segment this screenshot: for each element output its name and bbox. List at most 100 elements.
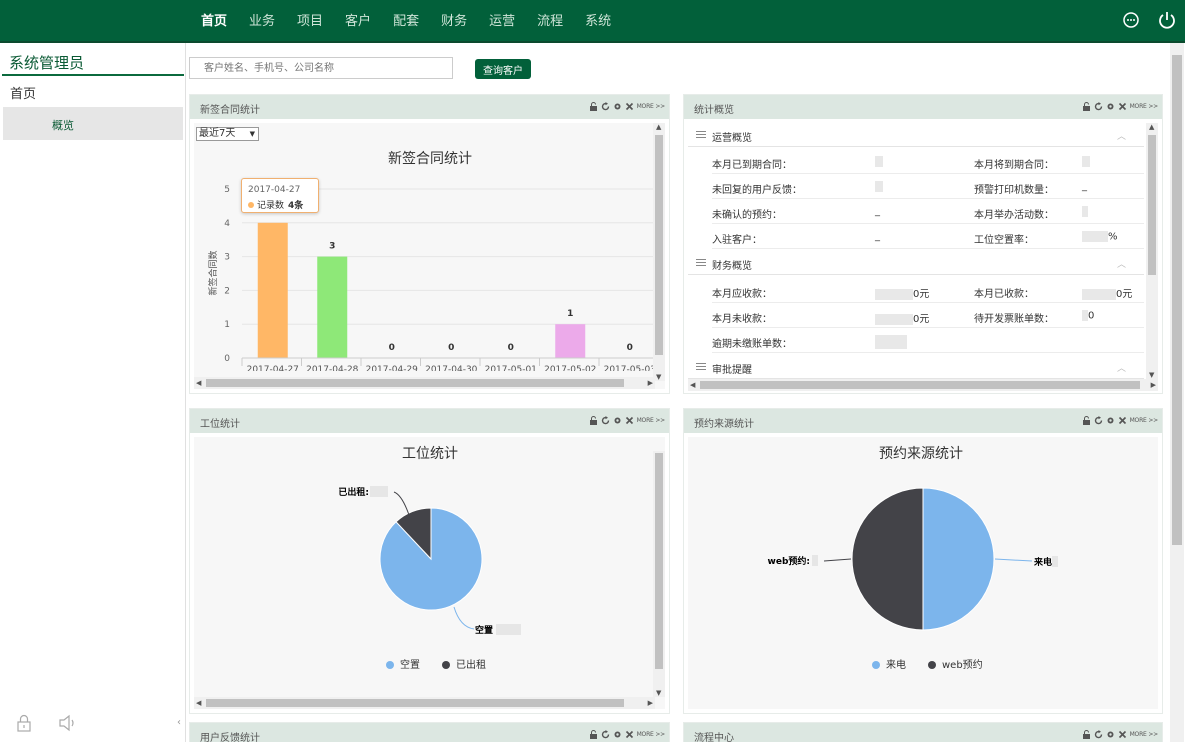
search-customer-button[interactable]: 查询客户 (475, 59, 531, 79)
stat-value (875, 181, 883, 193)
more-link[interactable]: MORE >> (1130, 731, 1159, 738)
unlock-icon[interactable] (1082, 416, 1091, 425)
panel-station-stats: 工位统计 MORE >> 工位统计 空置 已出租: 空置 已出租 ▼ ◀ ▶ (189, 408, 670, 714)
data-label: 3 (329, 242, 335, 252)
stat-value: 0元 (875, 310, 929, 325)
lock-icon[interactable] (16, 714, 32, 732)
sidebar-collapse-icon[interactable]: ‹ (177, 717, 181, 728)
top-navbar: 首页 业务 项目 客户 配套 财务 运营 流程 系统 (0, 0, 1185, 43)
stat-value: % (1082, 231, 1118, 243)
panel-header: 预约来源统计 MORE >> (684, 409, 1162, 433)
pie-slice (851, 487, 924, 631)
pie-slice (922, 487, 995, 631)
stat-label: 未确认的预约： (712, 210, 782, 221)
nav-item-project[interactable]: 项目 (286, 0, 334, 43)
unlock-icon[interactable] (589, 730, 598, 739)
stat-label: 工位空置率： (974, 235, 1034, 246)
nav-item-business[interactable]: 业务 (238, 0, 286, 43)
chevron-up-icon[interactable]: ︿ (1117, 129, 1126, 142)
gear-icon[interactable] (1106, 416, 1115, 425)
nav-item-customer[interactable]: 客户 (334, 0, 382, 43)
stat-label: 本月应收款： (712, 289, 772, 300)
more-link[interactable]: MORE >> (1130, 103, 1159, 110)
refresh-icon[interactable] (1094, 416, 1103, 425)
panel-source-stats: 预约来源统计 MORE >> 预约来源统计 来电 web预约: 来电 web预约 (683, 408, 1163, 714)
unlock-icon[interactable] (1082, 730, 1091, 739)
refresh-icon[interactable] (1094, 102, 1103, 111)
close-icon[interactable] (625, 102, 634, 111)
refresh-icon[interactable] (601, 102, 610, 111)
x-tick-label: 2017-04-29 (366, 365, 419, 371)
masked-value (370, 486, 388, 497)
close-icon[interactable] (1118, 730, 1127, 739)
nav-item-facility[interactable]: 配套 (382, 0, 430, 43)
stats-hscroll[interactable]: ◀ ▶ (688, 379, 1158, 391)
close-icon[interactable] (625, 730, 634, 739)
unlock-icon[interactable] (589, 102, 598, 111)
legend-item-vacant[interactable]: 空置 (386, 656, 420, 671)
section-operation[interactable]: 运营概览 ︿ (688, 123, 1144, 147)
panel-header: 用户反馈统计 MORE >> (190, 723, 669, 742)
legend-item-rented[interactable]: 已出租 (442, 656, 486, 671)
nav-item-operation[interactable]: 运营 (478, 0, 526, 43)
chart-hscroll[interactable]: ◀ ▶ (194, 377, 655, 389)
page-vscroll[interactable] (1170, 43, 1184, 742)
x-tick-label: 2017-05-03 (604, 365, 655, 371)
gear-icon[interactable] (613, 730, 622, 739)
close-icon[interactable] (1118, 102, 1127, 111)
chevron-up-icon[interactable]: ︿ (1117, 257, 1126, 270)
source-pie-chart: 来电 web预约: (768, 487, 1058, 631)
pie-label: 已出租: (338, 486, 369, 498)
bar (257, 222, 288, 358)
close-icon[interactable] (1118, 416, 1127, 425)
data-label: 0 (627, 343, 633, 353)
section-approval[interactable]: 审批提醒 ︿ (688, 355, 1144, 379)
nav-item-system[interactable]: 系统 (574, 0, 622, 43)
more-link[interactable]: MORE >> (637, 103, 666, 110)
nav-item-home[interactable]: 首页 (190, 0, 238, 43)
panel-title: 新签合同统计 (200, 105, 260, 116)
unlock-icon[interactable] (589, 416, 598, 425)
more-link[interactable]: MORE >> (1130, 417, 1159, 424)
section-finance[interactable]: 财务概览 ︿ (688, 251, 1144, 275)
pie-connector (453, 606, 475, 630)
panel-title: 流程中心 (694, 733, 734, 742)
nav-item-finance[interactable]: 财务 (430, 0, 478, 43)
refresh-icon[interactable] (601, 730, 610, 739)
chart-hscroll[interactable]: ◀ ▶ (194, 697, 655, 709)
power-icon[interactable] (1157, 10, 1177, 30)
gear-icon[interactable] (613, 102, 622, 111)
gear-icon[interactable] (1106, 730, 1115, 739)
nav-item-workflow[interactable]: 流程 (526, 0, 574, 43)
stat-label: 本月举办活动数： (974, 210, 1054, 221)
sidebar: 系统管理员 首页 概览 ‹ (0, 43, 186, 742)
stats-list: 运营概览 ︿ 本月已到期合同： 本月将到期合同： 未回复的用户反馈： 预警打印机… (688, 123, 1158, 379)
legend-item-web[interactable]: web预约 (928, 656, 983, 671)
more-link[interactable]: MORE >> (637, 731, 666, 738)
chevron-up-icon[interactable]: ︿ (1117, 361, 1126, 374)
sidebar-user-title: 系统管理员 (9, 54, 85, 72)
more-link[interactable]: MORE >> (637, 417, 666, 424)
panel-header: 工位统计 MORE >> (190, 409, 669, 433)
panel-header: 新签合同统计 MORE >> (190, 95, 669, 119)
more-options-icon[interactable] (1121, 10, 1141, 30)
close-icon[interactable] (625, 416, 634, 425)
pie-connector (994, 558, 1033, 562)
chart-vscroll[interactable]: ▼ (653, 451, 665, 697)
sidebar-item-overview[interactable]: 概览 (3, 107, 183, 140)
legend-item-phone[interactable]: 来电 (872, 656, 906, 671)
stats-vscroll[interactable]: ▲ ▼ (1146, 123, 1158, 379)
chart-vscroll[interactable]: ▲ ▼ (653, 123, 665, 381)
gear-icon[interactable] (1106, 102, 1115, 111)
masked-value (812, 555, 818, 566)
y-tick-label: 2 (224, 286, 230, 296)
stat-row: 入驻客户： _ 工位空置率： % (712, 224, 1144, 249)
refresh-icon[interactable] (1094, 730, 1103, 739)
sidebar-item-home[interactable]: 首页 (10, 83, 36, 102)
customer-search-input[interactable] (189, 57, 453, 79)
speaker-icon[interactable] (58, 714, 78, 732)
refresh-icon[interactable] (601, 416, 610, 425)
panel-title: 用户反馈统计 (200, 733, 260, 742)
unlock-icon[interactable] (1082, 102, 1091, 111)
gear-icon[interactable] (613, 416, 622, 425)
